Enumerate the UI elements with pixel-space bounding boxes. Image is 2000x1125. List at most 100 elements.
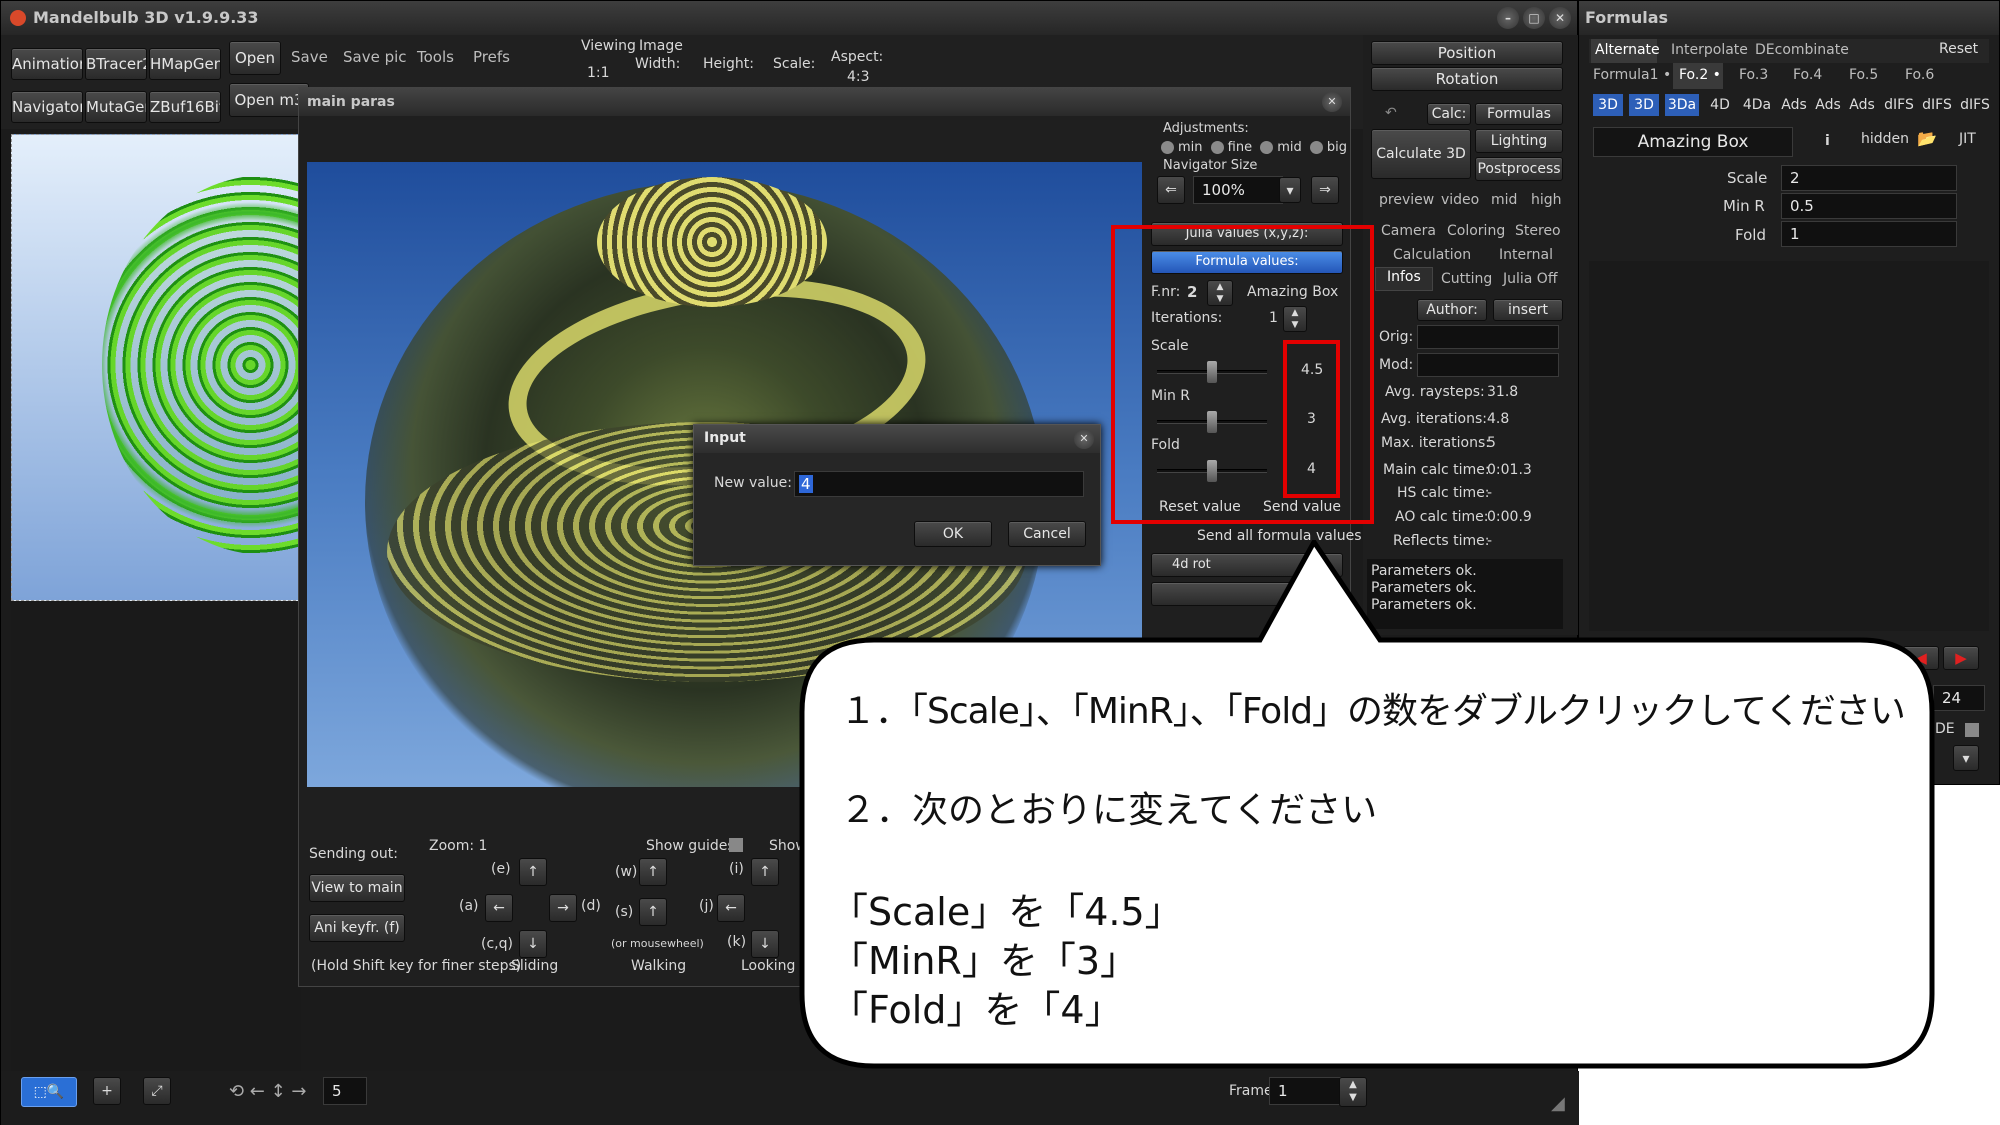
select-zoom-tool-icon[interactable]: ⬚🔍	[21, 1077, 77, 1107]
adjustment-options[interactable]: min fine mid big	[1157, 140, 1347, 155]
btracer2-button[interactable]: BTracer2	[85, 48, 147, 80]
formula-tab-6[interactable]: Fo.6	[1905, 67, 1934, 83]
folder-icon[interactable]: 📂	[1917, 129, 1937, 148]
formula-type-tag[interactable]: dIFS	[1881, 94, 1917, 116]
show-guides-checkbox[interactable]	[729, 838, 743, 852]
position-button[interactable]: Position	[1371, 41, 1563, 65]
formula-type-tag[interactable]: Ads	[1779, 94, 1809, 116]
min-r-param-field[interactable]: 0.5	[1781, 193, 1957, 219]
interpolate-tab[interactable]: Interpolate	[1671, 42, 1748, 58]
fold-param-field[interactable]: 1	[1781, 221, 1957, 247]
tools-menu[interactable]: Tools	[417, 48, 454, 66]
formula-info-icon[interactable]: i	[1825, 133, 1830, 149]
main-paras-close-icon[interactable]: ✕	[1322, 92, 1342, 112]
formula-name-field[interactable]: Amazing Box	[1593, 127, 1793, 157]
calculate-3d-button[interactable]: Calculate 3D	[1371, 129, 1471, 179]
lighting-button[interactable]: Lighting	[1475, 129, 1563, 153]
open-m3-button[interactable]: Open m3	[229, 83, 309, 117]
formula-tab-1[interactable]: Formula1 •	[1593, 67, 1671, 83]
slide-up-button[interactable]: ↑	[519, 858, 547, 886]
formula-tab-3[interactable]: Fo.3	[1739, 67, 1768, 83]
formula-type-tag[interactable]: dIFS	[1957, 94, 1993, 116]
high-tab[interactable]: high	[1531, 192, 1562, 208]
calculation-tab[interactable]: Calculation	[1393, 247, 1471, 263]
slide-down-button[interactable]: ↓	[519, 930, 547, 958]
formula-tab-4[interactable]: Fo.4	[1793, 67, 1822, 83]
formula-type-tag[interactable]: dIFS	[1919, 94, 1955, 116]
hmapgen-button[interactable]: HMapGen	[149, 48, 221, 80]
undo-icon[interactable]: ↶	[1385, 105, 1397, 121]
video-tab[interactable]: video	[1441, 192, 1479, 208]
rotation-button[interactable]: Rotation	[1371, 67, 1563, 91]
camera-tab[interactable]: Camera	[1381, 223, 1436, 239]
formula-type-tag[interactable]: 3D	[1593, 94, 1623, 116]
zbuf16bit-button[interactable]: ZBuf16Bit	[149, 91, 221, 123]
formulas-reset-button[interactable]: Reset	[1939, 41, 1978, 57]
next-formula-icon[interactable]: ▶	[1943, 646, 1979, 670]
formula-type-tag[interactable]: 3D	[1629, 94, 1659, 116]
close-icon[interactable]: ✕	[1549, 7, 1571, 29]
nav-size-left-icon[interactable]: ⇐	[1157, 176, 1185, 204]
resize-grip-icon[interactable]: ◢	[1551, 1093, 1565, 1114]
adj-mid-radio[interactable]	[1260, 141, 1274, 154]
frame-field[interactable]: 1	[1269, 1077, 1341, 1105]
formula-type-tag[interactable]: 4Da	[1739, 94, 1775, 116]
mod-field[interactable]	[1417, 353, 1559, 377]
author-button[interactable]: Author:	[1417, 299, 1487, 321]
formula-tab-5[interactable]: Fo.5	[1849, 67, 1878, 83]
ani-keyframe-button[interactable]: Ani keyfr. (f)	[309, 914, 405, 942]
navigator-button[interactable]: Navigator	[11, 91, 83, 123]
nav-size-right-icon[interactable]: ⇒	[1311, 176, 1339, 204]
orig-field[interactable]	[1417, 325, 1559, 349]
nav-size-select[interactable]: 100%	[1193, 176, 1283, 204]
coloring-tab[interactable]: Coloring	[1447, 223, 1505, 239]
maximize-icon[interactable]: □	[1523, 7, 1545, 29]
adj-min-radio[interactable]	[1161, 141, 1174, 154]
scale-param-field[interactable]: 2	[1781, 165, 1957, 191]
formulas-button[interactable]: Formulas	[1475, 103, 1563, 125]
crosshair-tool-icon[interactable]: +	[93, 1077, 121, 1105]
look-left-button[interactable]: ←	[717, 894, 745, 922]
adj-big-radio[interactable]	[1309, 141, 1323, 154]
infos-tab[interactable]: Infos	[1387, 269, 1421, 285]
julia-off-tab[interactable]: Julia Off	[1503, 271, 1557, 287]
slide-right-button[interactable]: →	[549, 894, 577, 922]
stereo-tab[interactable]: Stereo	[1515, 223, 1561, 239]
slide-left-button[interactable]: ←	[485, 894, 513, 922]
look-down-button[interactable]: ↓	[751, 930, 779, 958]
calc-button[interactable]: Calc:	[1427, 103, 1471, 125]
resize-tool-icon[interactable]: ⤢	[143, 1077, 171, 1105]
formula-tab-2[interactable]: Fo.2 •	[1679, 67, 1721, 83]
formula-type-tag[interactable]: 3Da	[1665, 94, 1699, 116]
alternate-tab[interactable]: Alternate	[1595, 42, 1660, 58]
internal-tab[interactable]: Internal	[1499, 247, 1553, 263]
minimize-icon[interactable]: –	[1497, 7, 1519, 29]
look-up-button[interactable]: ↑	[751, 858, 779, 886]
save-pic-menu[interactable]: Save pic	[343, 48, 407, 66]
formula-type-tag[interactable]: Ads	[1813, 94, 1843, 116]
adj-fine-radio[interactable]	[1210, 141, 1224, 154]
preview-tab[interactable]: preview	[1379, 192, 1434, 208]
insert-button[interactable]: insert	[1493, 299, 1563, 321]
walk-backward-button[interactable]: ↑	[639, 898, 667, 926]
mutagen-button[interactable]: MutaGen	[85, 91, 147, 123]
peek-value-field[interactable]: 24	[1933, 685, 1985, 711]
nav-size-dropdown-icon[interactable]: ▾	[1279, 177, 1301, 203]
formulas-dropdown-icon[interactable]: ▾	[1953, 745, 1979, 771]
formula-type-tag[interactable]: 4D	[1705, 94, 1735, 116]
decombinate-tab[interactable]: DEcombinate	[1755, 42, 1849, 58]
animations-button[interactable]: Animations	[11, 48, 83, 80]
postprocess-button[interactable]: Postprocess	[1475, 157, 1563, 181]
frame-stepper[interactable]: ▲ ▼	[1339, 1077, 1367, 1107]
save-menu[interactable]: Save	[291, 48, 328, 66]
de-checkbox[interactable]	[1965, 723, 1979, 737]
mid-tab[interactable]: mid	[1491, 192, 1517, 208]
steps-field[interactable]: 5	[323, 1077, 367, 1105]
new-value-input[interactable]: 4	[794, 471, 1084, 497]
cutting-tab[interactable]: Cutting	[1441, 271, 1492, 287]
prefs-menu[interactable]: Prefs	[473, 48, 510, 66]
view-to-main-button[interactable]: View to main	[309, 874, 405, 902]
walk-forward-button[interactable]: ↑	[639, 858, 667, 886]
input-dialog-close-icon[interactable]: ✕	[1074, 429, 1094, 449]
open-button[interactable]: Open	[229, 41, 281, 75]
